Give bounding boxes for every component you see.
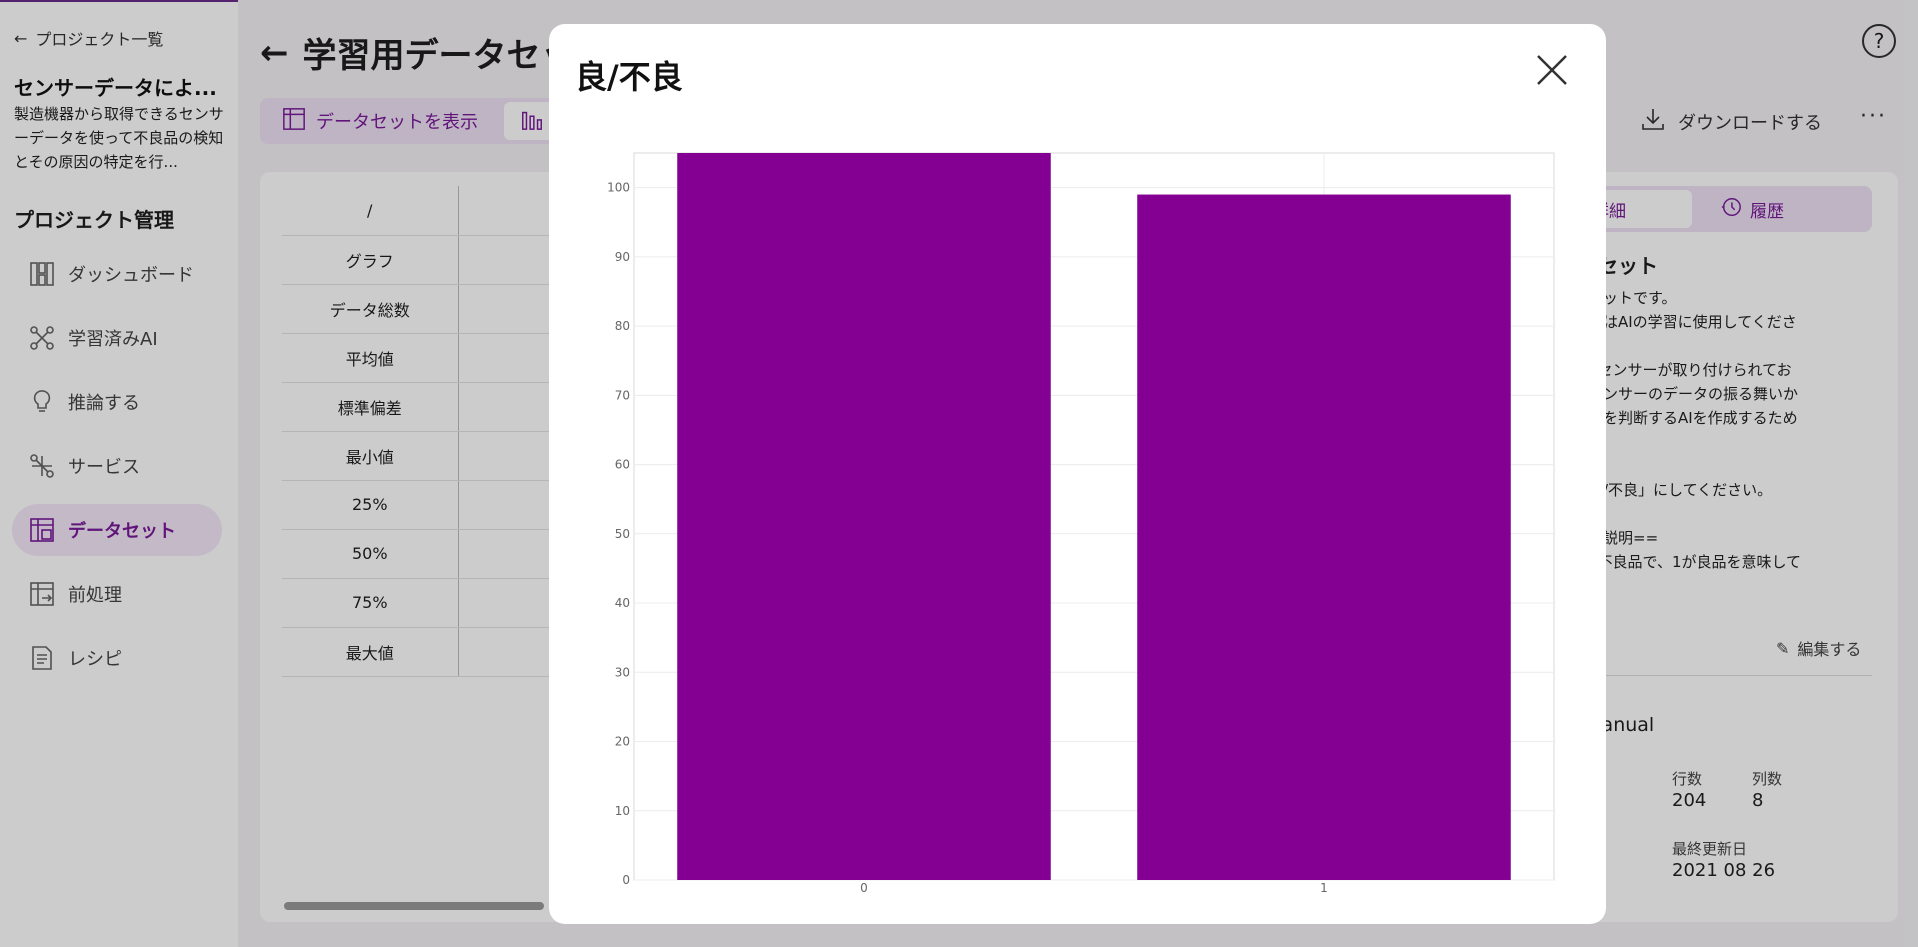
y-tick-label: 70 [615, 388, 630, 402]
y-tick-label: 100 [607, 181, 630, 195]
chart-modal: 良/不良 0 10 20 30 40 50 60 70 80 90 100 0 1 [549, 24, 1606, 924]
modal-title: 良/不良 [575, 58, 683, 96]
y-tick-label: 90 [615, 250, 630, 264]
close-icon[interactable] [1532, 50, 1572, 90]
bar-chart-svg: 0 10 20 30 40 50 60 70 80 90 100 0 1 [607, 152, 1555, 895]
y-tick-label: 30 [615, 665, 630, 679]
y-tick-label: 10 [615, 804, 630, 818]
x-tick-label: 1 [1320, 881, 1328, 895]
y-tick-label: 0 [622, 873, 630, 887]
y-tick-label: 80 [615, 319, 630, 333]
y-tick-label: 50 [615, 527, 630, 541]
y-tick-label: 40 [615, 596, 630, 610]
bar [677, 153, 1051, 880]
y-tick-label: 20 [615, 735, 630, 749]
y-tick-label: 60 [615, 458, 630, 472]
x-tick-label: 0 [860, 881, 868, 895]
bar [1137, 194, 1511, 881]
bar-chart: 0 10 20 30 40 50 60 70 80 90 100 0 1 [579, 134, 1579, 914]
